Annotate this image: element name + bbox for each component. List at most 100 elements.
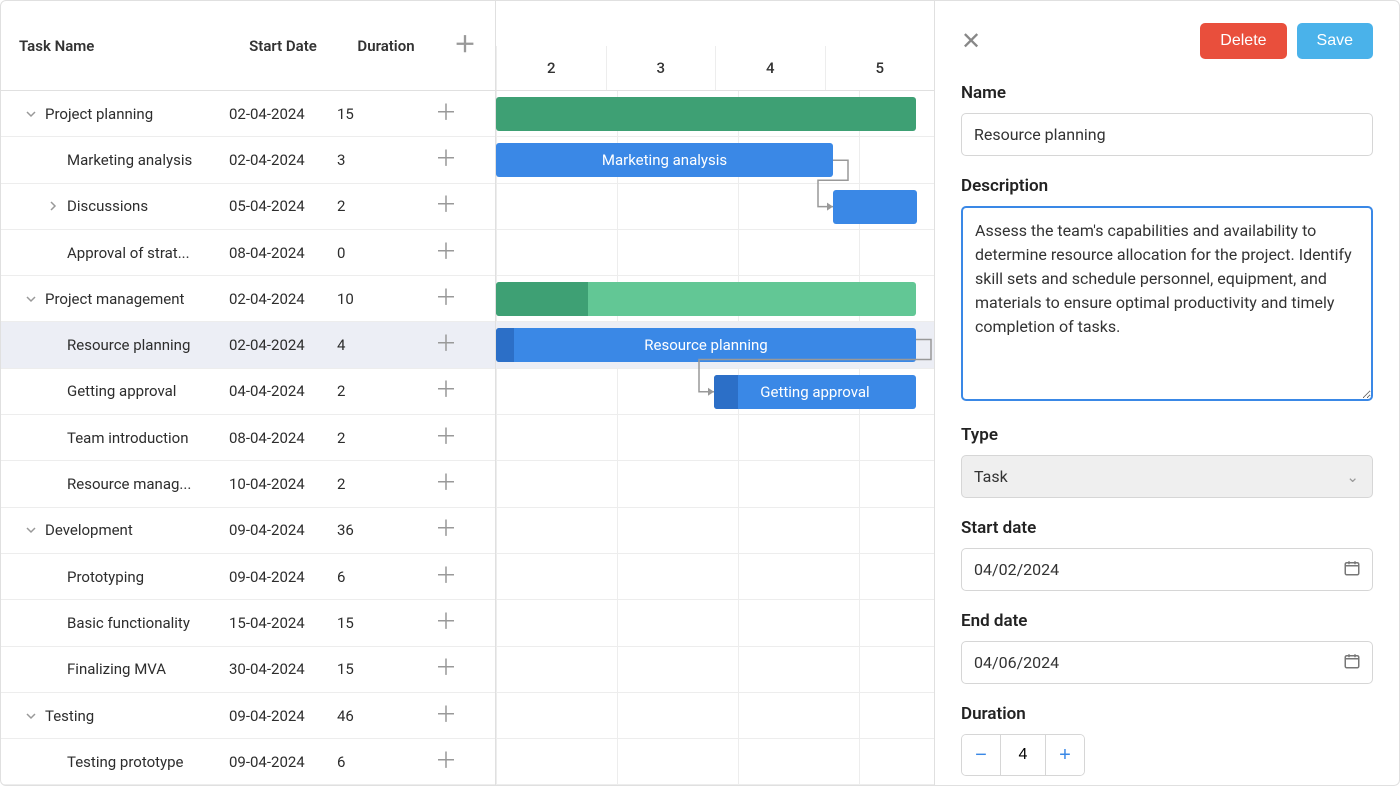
- col-header-add[interactable]: ＋: [435, 35, 495, 57]
- task-row[interactable]: Marketing analysis02-04-20243＋: [1, 137, 495, 183]
- task-row[interactable]: Resource manag... 10-04-20242＋: [1, 461, 495, 507]
- collapse-toggle-icon[interactable]: [23, 522, 39, 538]
- add-task-icon[interactable]: ＋: [435, 286, 457, 311]
- task-row[interactable]: Project management 02-04-202410＋: [1, 276, 495, 322]
- task-start-date: 02-04-2024: [229, 336, 337, 354]
- gantt-bar[interactable]: [496, 97, 916, 131]
- task-start-date: 10-04-2024: [229, 475, 337, 493]
- gantt-row: Resource planning: [496, 322, 934, 368]
- task-duration: 0: [337, 244, 435, 262]
- task-duration: 15: [337, 660, 435, 678]
- delete-button[interactable]: Delete: [1200, 23, 1286, 59]
- task-row[interactable]: Prototyping 09-04-20246＋: [1, 554, 495, 600]
- plus-icon: ＋: [454, 35, 476, 57]
- gantt-bar[interactable]: [496, 282, 916, 316]
- col-header-name[interactable]: Task Name: [1, 37, 229, 55]
- task-row[interactable]: Testing prototype09-04-20246＋: [1, 739, 495, 785]
- add-task-icon[interactable]: ＋: [435, 240, 457, 265]
- add-task-icon[interactable]: ＋: [435, 101, 457, 126]
- task-duration: 2: [337, 197, 435, 215]
- start-date-input[interactable]: [961, 548, 1373, 591]
- task-row[interactable]: Project planning02-04-202415＋: [1, 91, 495, 137]
- field-description: Description Assess the team's capabiliti…: [961, 176, 1373, 405]
- task-start-date: 02-04-2024: [229, 290, 337, 308]
- collapse-toggle-icon[interactable]: [23, 106, 39, 122]
- add-task-icon[interactable]: ＋: [435, 610, 457, 635]
- task-name: Project management: [45, 290, 184, 308]
- add-task-icon[interactable]: ＋: [435, 749, 457, 774]
- task-row[interactable]: Finalizing MVA30-04-202415＋: [1, 647, 495, 693]
- gantt-app: Task Name Start Date Duration ＋ Project …: [0, 0, 1400, 786]
- task-duration: 15: [337, 614, 435, 632]
- gantt-row: Marketing analysis: [496, 137, 934, 183]
- gantt-bar[interactable]: Marketing analysis: [496, 143, 833, 177]
- task-start-date: 30-04-2024: [229, 660, 337, 678]
- add-task-icon[interactable]: ＋: [435, 471, 457, 496]
- task-start-date: 09-04-2024: [229, 568, 337, 586]
- add-task-icon[interactable]: ＋: [435, 378, 457, 403]
- task-start-date: 08-04-2024: [229, 429, 337, 447]
- gantt-chart[interactable]: 2 3 4 5 Marketing analysis Resource plann…: [496, 1, 934, 785]
- col-header-start[interactable]: Start Date: [229, 37, 337, 55]
- gantt-row: [496, 230, 934, 276]
- timeline-header: 2 3 4 5: [496, 1, 934, 91]
- end-date-label: End date: [961, 611, 1373, 631]
- add-task-icon[interactable]: ＋: [435, 425, 457, 450]
- field-duration: Duration − +: [961, 704, 1373, 776]
- duration-input[interactable]: [1001, 735, 1045, 775]
- add-task-icon[interactable]: ＋: [435, 193, 457, 218]
- close-icon[interactable]: ✕: [961, 29, 981, 53]
- gantt-bar[interactable]: Getting approval: [714, 375, 916, 409]
- col-header-duration[interactable]: Duration: [337, 37, 435, 55]
- name-input[interactable]: [961, 113, 1373, 156]
- task-row[interactable]: Resource planning 02-04-20244＋: [1, 322, 495, 368]
- collapse-toggle-icon[interactable]: [23, 291, 39, 307]
- gantt-row: [496, 647, 934, 693]
- task-duration: 3: [337, 151, 435, 169]
- stepper-plus-button[interactable]: +: [1045, 735, 1084, 775]
- task-name: Resource manag...: [67, 475, 191, 493]
- gantt-row: [496, 600, 934, 646]
- task-name: Resource planning: [67, 336, 190, 354]
- task-detail-panel: ✕ Delete Save Name Description Assess th…: [934, 1, 1399, 785]
- task-row[interactable]: Development09-04-202436＋: [1, 508, 495, 554]
- collapse-toggle-icon[interactable]: [23, 708, 39, 724]
- task-duration: 15: [337, 105, 435, 123]
- task-row[interactable]: Discussions05-04-20242＋: [1, 184, 495, 230]
- task-start-date: 02-04-2024: [229, 151, 337, 169]
- stepper-minus-button[interactable]: −: [962, 735, 1001, 775]
- calendar-icon[interactable]: [1343, 652, 1361, 674]
- task-row[interactable]: Testing09-04-202446＋: [1, 693, 495, 739]
- save-button[interactable]: Save: [1297, 23, 1373, 59]
- task-duration: 10: [337, 290, 435, 308]
- task-duration: 6: [337, 568, 435, 586]
- add-task-icon[interactable]: ＋: [435, 656, 457, 681]
- task-name: Prototyping: [67, 568, 144, 586]
- type-select[interactable]: Task: [961, 455, 1373, 498]
- task-row[interactable]: Approval of strat...08-04-20240＋: [1, 230, 495, 276]
- task-duration: 4: [337, 336, 435, 354]
- calendar-icon[interactable]: [1343, 559, 1361, 581]
- add-task-icon[interactable]: ＋: [435, 147, 457, 172]
- gantt-bar[interactable]: Resource planning: [496, 328, 916, 362]
- add-task-icon[interactable]: ＋: [435, 703, 457, 728]
- add-task-icon[interactable]: ＋: [435, 332, 457, 357]
- name-label: Name: [961, 83, 1373, 103]
- end-date-input[interactable]: [961, 641, 1373, 684]
- task-row[interactable]: Basic functionality15-04-202415＋: [1, 600, 495, 646]
- gantt-row: [496, 276, 934, 322]
- task-start-date: 09-04-2024: [229, 707, 337, 725]
- add-task-icon[interactable]: ＋: [435, 517, 457, 542]
- gantt-bar[interactable]: [833, 190, 917, 224]
- add-task-icon[interactable]: ＋: [435, 564, 457, 589]
- task-row[interactable]: Team introduction08-04-20242＋: [1, 415, 495, 461]
- description-textarea[interactable]: Assess the team's capabilities and avail…: [961, 206, 1373, 401]
- task-row[interactable]: Getting approval04-04-20242＋: [1, 369, 495, 415]
- field-type: Type Task ⌄: [961, 425, 1373, 498]
- field-end-date: End date: [961, 611, 1373, 684]
- task-name: Testing prototype: [67, 753, 184, 771]
- task-duration: 2: [337, 475, 435, 493]
- task-name: Getting approval: [67, 382, 176, 400]
- expand-toggle-icon[interactable]: [45, 198, 61, 214]
- gantt-row: [496, 693, 934, 739]
